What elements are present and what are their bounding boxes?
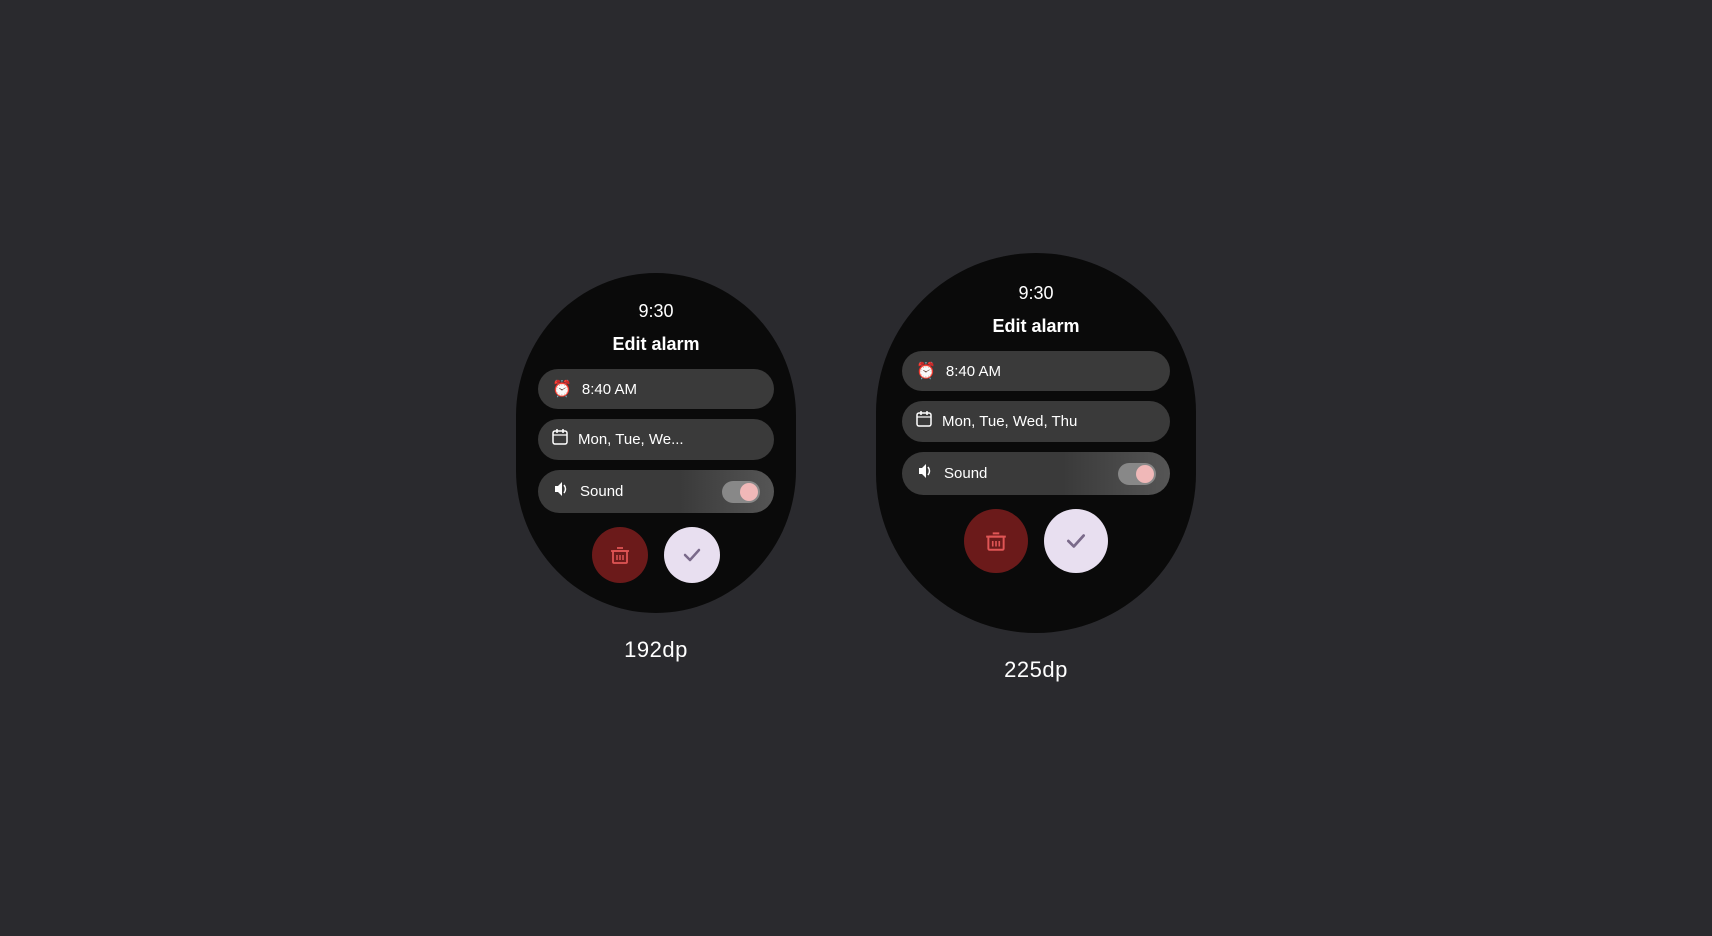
sound-toggle-knob-225 xyxy=(1136,465,1154,483)
calendar-icon-192 xyxy=(552,429,568,450)
schedule-value-192: Mon, Tue, We... xyxy=(578,431,760,448)
action-buttons-225 xyxy=(964,509,1108,573)
watch-192-title: Edit alarm xyxy=(612,334,699,355)
sound-toggle-192[interactable] xyxy=(722,481,760,503)
clock-icon-225: ⏰ xyxy=(916,361,936,381)
watch-225-screen: 9:30 Edit alarm ⏰ 8:40 AM Mon, Tue, Wed,… xyxy=(876,253,1196,633)
action-buttons-192 xyxy=(592,527,720,583)
sound-toggle-knob-192 xyxy=(740,483,758,501)
watch-192-time: 9:30 xyxy=(638,301,673,322)
calendar-icon-225 xyxy=(916,411,932,432)
sound-toggle-225[interactable] xyxy=(1118,463,1156,485)
watch-225-label: 225dp xyxy=(1004,657,1068,683)
alarm-time-value-192: 8:40 AM xyxy=(582,381,760,398)
schedule-row-192[interactable]: Mon, Tue, We... xyxy=(538,419,774,460)
sound-row-225[interactable]: Sound xyxy=(902,452,1170,495)
delete-button-225[interactable] xyxy=(964,509,1028,573)
watch-192-screen: 9:30 Edit alarm ⏰ 8:40 AM Mon, Tue, We..… xyxy=(516,273,796,613)
sound-label-225: Sound xyxy=(944,465,1108,482)
schedule-row-225[interactable]: Mon, Tue, Wed, Thu xyxy=(902,401,1170,442)
watch-225-title: Edit alarm xyxy=(992,316,1079,337)
sound-row-192[interactable]: Sound xyxy=(538,470,774,513)
watch-225-container: 9:30 Edit alarm ⏰ 8:40 AM Mon, Tue, Wed,… xyxy=(876,253,1196,683)
confirm-button-192[interactable] xyxy=(664,527,720,583)
alarm-time-row-225[interactable]: ⏰ 8:40 AM xyxy=(902,351,1170,391)
watch-192-container: 9:30 Edit alarm ⏰ 8:40 AM Mon, Tue, We..… xyxy=(516,273,796,663)
clock-icon-192: ⏰ xyxy=(552,379,572,399)
sound-label-192: Sound xyxy=(580,483,712,500)
sound-icon-192 xyxy=(552,480,570,503)
delete-button-192[interactable] xyxy=(592,527,648,583)
schedule-value-225: Mon, Tue, Wed, Thu xyxy=(942,413,1156,430)
watch-225-time: 9:30 xyxy=(1018,283,1053,304)
confirm-button-225[interactable] xyxy=(1044,509,1108,573)
alarm-time-row-192[interactable]: ⏰ 8:40 AM xyxy=(538,369,774,409)
watch-192-label: 192dp xyxy=(624,637,688,663)
alarm-time-value-225: 8:40 AM xyxy=(946,363,1156,380)
sound-icon-225 xyxy=(916,462,934,485)
